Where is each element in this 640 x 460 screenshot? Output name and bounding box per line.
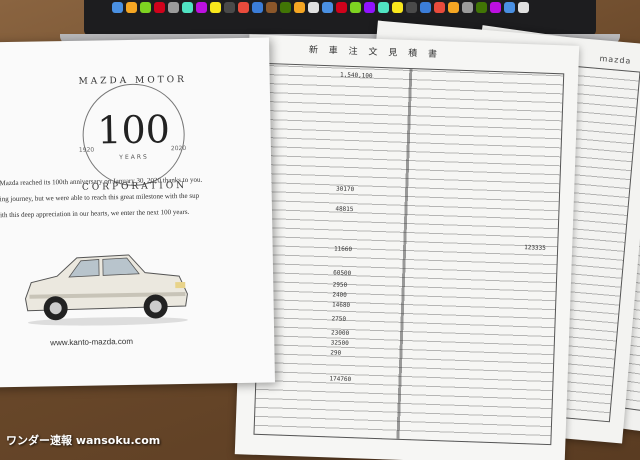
amount-cell: 2950 (332, 281, 348, 289)
emblem-top-text: MAZDA MOTOR (78, 74, 187, 87)
amount-cell: 290 (330, 349, 342, 357)
anniversary-text-line: ith this deep appreciation in our hearts… (0, 207, 190, 220)
amount-cell: 174760 (329, 375, 352, 384)
amount-cell: 11660 (333, 245, 353, 254)
amount-cell: 23000 (330, 329, 350, 338)
amount-cell: 32500 (330, 339, 349, 348)
amount-cell: 30170 (335, 185, 355, 194)
amount-cell: 14680 (331, 301, 351, 310)
anniversary-brochure: MAZDA MOTOR 1920 2020 100 YEARS CORPORAT… (0, 37, 275, 388)
emblem-years: YEARS (119, 153, 149, 162)
photo-scene: mazda mazda 新 車 注 文 見 積 書 1,540,100 3017… (0, 0, 640, 460)
form-grid (253, 62, 565, 446)
amount-cell: 123335 (524, 244, 546, 252)
estimate-title: 新 車 注 文 見 積 書 (308, 45, 442, 61)
mazda-logo-text: mazda (599, 54, 632, 66)
anniversary-text-line: ing journey, but we were able to reach t… (0, 191, 200, 204)
classic-car-illustration (24, 254, 188, 326)
estimate-sheet-front: 新 車 注 文 見 積 書 1,540,100 30170 48815 1166… (234, 34, 580, 460)
amount-cell: 2400 (332, 291, 347, 299)
amount-cell: 1,540,100 (339, 71, 373, 80)
macos-dock (112, 2, 529, 13)
amount-cell: 2750 (331, 315, 347, 323)
amount-cell: 48815 (335, 205, 354, 214)
website-url: www.kanto-mazda.com (50, 336, 134, 348)
amount-cell: 60500 (333, 269, 352, 278)
emblem-number: 100 (96, 107, 171, 153)
site-watermark: ワンダー速報 wansoku.com (6, 434, 161, 447)
